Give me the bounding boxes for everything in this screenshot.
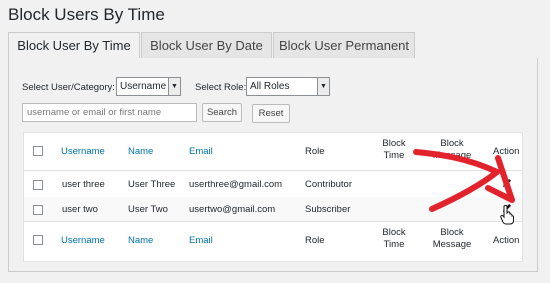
column-role: Role (305, 235, 325, 246)
dropdown-arrow-icon: ▼ (168, 78, 180, 95)
category-select[interactable]: Username ▼ (116, 77, 181, 96)
column-action: Action (493, 235, 520, 246)
select-all-checkbox[interactable] (33, 235, 43, 245)
column-name[interactable]: Name (128, 235, 153, 246)
column-block-message: Block Message (432, 138, 472, 161)
column-email[interactable]: Email (189, 146, 213, 157)
users-table: Username Name Email Role Block Time Bloc… (23, 132, 523, 262)
tab-block-user-permanent[interactable]: Block User Permanent (273, 32, 415, 59)
category-label: Select User/Category: (22, 82, 115, 93)
search-input[interactable]: username or email or first name (22, 103, 197, 122)
column-block-time: Block Time (382, 227, 406, 250)
role-select-value: All Roles (250, 81, 290, 92)
row-role: Subscriber (305, 204, 351, 215)
category-select-value: Username (120, 81, 167, 92)
column-role: Role (305, 146, 325, 157)
role-label: Select Role: (195, 82, 247, 93)
role-select[interactable]: All Roles ▼ (246, 77, 330, 96)
select-all-checkbox[interactable] (33, 146, 43, 156)
row-name: User Three (128, 179, 176, 190)
table-header: Username Name Email Role Block Time Bloc… (24, 133, 522, 171)
tab-panel: Select User/Category: Username ▼ Select … (8, 58, 538, 272)
tab-block-user-by-date[interactable]: Block User By Date (141, 32, 272, 59)
table-footer: Username Name Email Role Block Time Bloc… (24, 221, 522, 262)
column-block-message: Block Message (432, 227, 472, 250)
page-title: Block Users By Time (8, 5, 165, 24)
column-name[interactable]: Name (128, 146, 153, 157)
table-row: user three User Three userthree@gmail.co… (24, 172, 522, 197)
row-email: usertwo@gmail.com (189, 204, 276, 215)
row-role: Contributor (305, 179, 352, 190)
row-username: user three (62, 179, 105, 190)
dropdown-arrow-icon: ▼ (317, 78, 329, 95)
reset-button[interactable]: Reset (252, 104, 290, 123)
column-action: Action (493, 146, 520, 157)
pencil-edit-icon[interactable] (501, 177, 513, 189)
row-checkbox[interactable] (33, 205, 43, 215)
hand-pointer-cursor-icon (500, 205, 514, 225)
row-username: user two (62, 204, 98, 215)
table-row: user two User Two usertwo@gmail.com Subs… (24, 197, 522, 221)
row-email: userthree@gmail.com (189, 179, 283, 190)
column-block-time: Block Time (382, 138, 406, 161)
search-button[interactable]: Search (202, 103, 242, 122)
column-email[interactable]: Email (189, 235, 213, 246)
column-username[interactable]: Username (61, 235, 105, 246)
row-name: User Two (128, 204, 168, 215)
column-username[interactable]: Username (61, 146, 105, 157)
tab-block-user-by-time[interactable]: Block User By Time (8, 32, 140, 59)
row-checkbox[interactable] (33, 180, 43, 190)
